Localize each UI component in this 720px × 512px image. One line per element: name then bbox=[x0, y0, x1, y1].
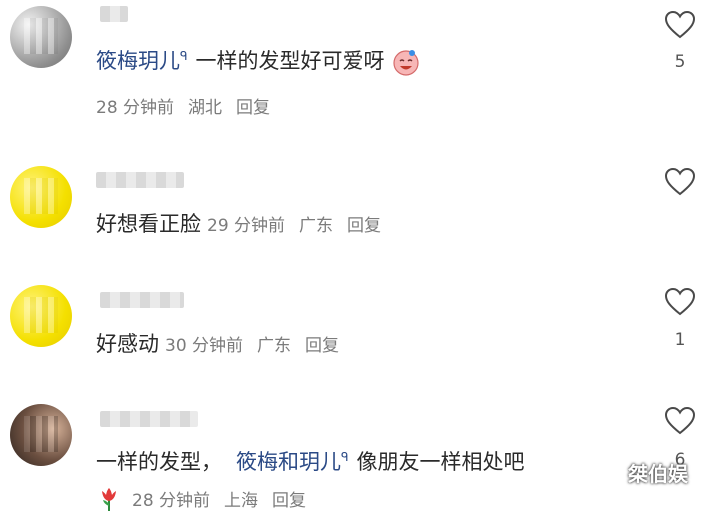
comment-time: 29 分钟前 bbox=[207, 216, 286, 236]
comment-text: 好想看正脸 29 分钟前 广东 回复 bbox=[96, 208, 395, 238]
mention-link[interactable]: 筱梅和玥儿 bbox=[236, 450, 341, 474]
comment-time: 30 分钟前 bbox=[165, 336, 244, 356]
comment-location: 广东 bbox=[257, 336, 292, 356]
username-blurred[interactable] bbox=[100, 292, 184, 308]
comment-time: 28 分钟前 bbox=[132, 491, 211, 511]
reply-button[interactable]: 回复 bbox=[347, 216, 381, 236]
username-blurred[interactable] bbox=[100, 6, 128, 22]
comment-body: 一样的发型， bbox=[96, 450, 222, 474]
like-count: 1 bbox=[674, 330, 686, 350]
comment-body: 好想看正脸 bbox=[96, 212, 201, 236]
comment-location: 广东 bbox=[299, 216, 334, 236]
heart-icon[interactable] bbox=[664, 406, 696, 436]
mention-link[interactable]: 筱梅玥儿 bbox=[96, 49, 180, 73]
comment-meta: 28 分钟前 湖北 回复 bbox=[96, 93, 284, 118]
avatar[interactable] bbox=[10, 404, 72, 466]
reply-button[interactable]: 回复 bbox=[272, 491, 306, 511]
heart-icon[interactable] bbox=[664, 167, 696, 197]
reply-button[interactable]: 回复 bbox=[305, 336, 339, 356]
comment-text: 筱梅玥儿ᑫ 一样的发型好可爱呀 bbox=[96, 45, 421, 77]
heart-icon[interactable] bbox=[664, 287, 696, 317]
search-tag-icon: ᑫ bbox=[341, 450, 349, 464]
comment-text: 一样的发型， 筱梅和玥儿ᑫ 像朋友一样相处吧 bbox=[96, 446, 525, 476]
reply-button[interactable]: 回复 bbox=[236, 98, 270, 118]
comment-body: 像朋友一样相处吧 bbox=[356, 450, 525, 474]
like-count: 5 bbox=[674, 52, 686, 72]
tulip-emoji bbox=[102, 488, 116, 511]
avatar[interactable] bbox=[10, 166, 72, 228]
laughing-face-emoji bbox=[393, 50, 419, 76]
comment-time: 28 分钟前 bbox=[96, 98, 175, 118]
comment-location: 湖北 bbox=[188, 98, 223, 118]
avatar[interactable] bbox=[10, 6, 72, 68]
comment-meta: 28 分钟前 上海 回复 bbox=[96, 486, 320, 512]
username-blurred[interactable] bbox=[100, 411, 198, 427]
watermark: 桀伯娱 bbox=[628, 462, 688, 486]
heart-icon[interactable] bbox=[664, 10, 696, 40]
comment-location: 上海 bbox=[224, 491, 259, 511]
avatar[interactable] bbox=[10, 285, 72, 347]
comment-body: 一样的发型好可爱呀 bbox=[195, 49, 385, 73]
search-tag-icon: ᑫ bbox=[180, 49, 188, 63]
comment-body: 好感动 bbox=[96, 332, 159, 356]
comment-text: 好感动 30 分钟前 广东 回复 bbox=[96, 328, 353, 358]
username-blurred[interactable] bbox=[96, 172, 184, 188]
